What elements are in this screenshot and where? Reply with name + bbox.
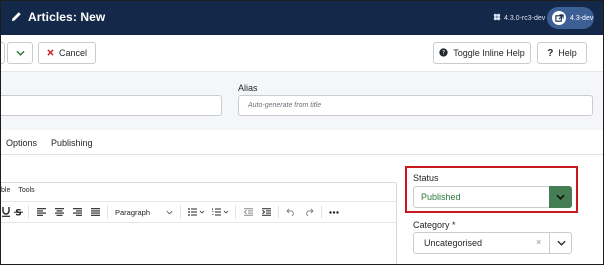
tab-bar: Options Publishing: [1, 130, 603, 155]
format-select[interactable]: Paragraph: [111, 202, 177, 222]
undo-icon[interactable]: [282, 202, 300, 222]
cancel-label: Cancel: [58, 48, 87, 58]
cancel-button[interactable]: Cancel: [38, 42, 96, 64]
tab-publishing[interactable]: Publishing: [51, 138, 93, 148]
outdent-icon[interactable]: [239, 202, 257, 222]
question-icon: ?: [547, 47, 554, 59]
more-icon[interactable]: [325, 202, 343, 222]
question-circle-icon: ?: [439, 47, 448, 59]
alias-label: Alias: [238, 83, 258, 93]
align-center-icon[interactable]: [50, 202, 68, 222]
category-label: Category *: [413, 220, 456, 230]
external-link-icon: [552, 11, 566, 25]
save-options-dropdown-button[interactable]: [7, 42, 33, 64]
tab-options[interactable]: Options: [6, 138, 37, 148]
strikethrough-icon[interactable]: S: [11, 202, 25, 222]
toolbar-divider: [321, 205, 322, 219]
version-label: 4.3.0-rc3-dev: [493, 13, 545, 23]
align-justify-icon[interactable]: [86, 202, 104, 222]
help-label: Help: [558, 48, 577, 58]
title-input[interactable]: [1, 95, 222, 116]
header-bar: Articles: New 4.3.0-rc3-dev 4.3-dev: [1, 1, 603, 35]
category-dropdown-button[interactable]: [549, 232, 572, 254]
page-title: Articles: New: [28, 10, 106, 24]
clear-icon[interactable]: ×: [536, 237, 541, 247]
svg-text:?: ?: [442, 49, 445, 56]
editor-toolbar: S Paragraph: [1, 201, 396, 223]
format-select-value: Paragraph: [115, 207, 151, 217]
help-button[interactable]: ? Help: [537, 42, 587, 64]
redo-icon[interactable]: [300, 202, 318, 222]
toolbar-divider: [28, 205, 29, 219]
category-value: Uncategorised: [424, 238, 483, 248]
toggle-help-label: Toggle Inline Help: [453, 48, 525, 58]
indent-icon[interactable]: [257, 202, 275, 222]
editor-frame: [1, 182, 397, 264]
joomla-icon: [493, 13, 501, 23]
page-title-group: Articles: New: [11, 10, 105, 24]
site-link-button[interactable]: 4.3-dev: [547, 7, 594, 29]
site-badge-label: 4.3-dev: [570, 14, 594, 22]
status-dropdown-button[interactable]: [549, 186, 572, 208]
status-label: Status: [413, 173, 439, 183]
alias-input[interactable]: Auto-generate from title: [238, 95, 593, 116]
menu-table[interactable]: ble: [1, 187, 10, 194]
chevron-down-icon: [166, 208, 173, 217]
version-text: 4.3.0-rc3-dev: [504, 14, 546, 22]
bullet-list-icon[interactable]: [184, 202, 208, 222]
svg-text:S: S: [15, 209, 21, 218]
align-left-icon[interactable]: [32, 202, 50, 222]
status-value: Published: [421, 192, 461, 202]
numbered-list-icon[interactable]: [208, 202, 232, 222]
save-button[interactable]: [1, 42, 5, 64]
app-frame: Articles: New 4.3.0-rc3-dev 4.3-dev Canc…: [0, 0, 604, 265]
toolbar-divider: [180, 205, 181, 219]
editor-menubar: ble Tools: [1, 187, 35, 194]
toolbar-divider: [235, 205, 236, 219]
align-right-icon[interactable]: [68, 202, 86, 222]
toggle-inline-help-button[interactable]: ? Toggle Inline Help: [433, 42, 531, 64]
chevron-down-icon: [556, 238, 566, 248]
pencil-icon: [11, 11, 22, 24]
toolbar-divider: [278, 205, 279, 219]
close-icon: [47, 48, 54, 58]
menu-tools[interactable]: Tools: [18, 187, 34, 194]
underline-icon[interactable]: [1, 202, 11, 222]
chevron-down-icon: [15, 48, 25, 58]
action-toolbar: Cancel ? Toggle Inline Help ? Help: [1, 35, 603, 72]
toolbar-divider: [107, 205, 108, 219]
chevron-down-icon: [556, 192, 565, 202]
